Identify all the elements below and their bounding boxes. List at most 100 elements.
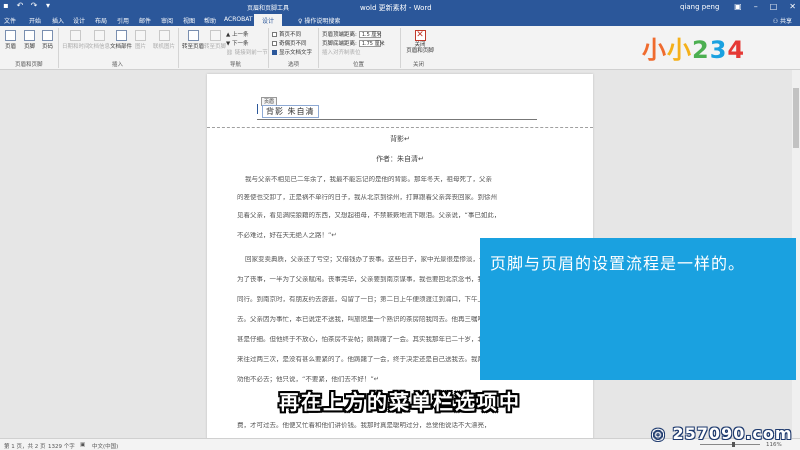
show-doc-text-checkbox[interactable]: 显示文档文字 bbox=[272, 48, 312, 56]
close-header-footer-label: 关闭 页眉和页脚 bbox=[406, 42, 434, 54]
header-from-top-spinner[interactable]: 页眉顶端距离: 1.5 厘米 bbox=[322, 30, 381, 38]
online-picture-label: 联机图片 bbox=[153, 44, 176, 50]
footer-button-label: 页脚 bbox=[24, 44, 36, 50]
close-x-icon: ✕ bbox=[414, 30, 426, 41]
group-label-options: 选项 bbox=[288, 62, 300, 68]
first-page-different-label: 首页不同 bbox=[279, 32, 302, 38]
tab-header-footer-design[interactable]: 设计 bbox=[254, 14, 283, 26]
goto-header-icon bbox=[187, 30, 199, 41]
tab-mailings[interactable]: 邮件 bbox=[139, 16, 151, 25]
link-previous-button[interactable]: ⛓ 链接到前一节 bbox=[226, 48, 268, 56]
ribbon-tabs: 文件 开始 插入 设计 布局 引用 邮件 审阅 视图 帮助 ACROBAT 设计… bbox=[0, 14, 800, 26]
header-text[interactable]: 背影 朱自清 bbox=[262, 105, 319, 118]
header-button[interactable]: 页眉 bbox=[5, 30, 16, 50]
date-time-button[interactable]: 日期和时间 bbox=[62, 30, 90, 50]
group-label-close: 关闭 bbox=[413, 62, 425, 68]
header-from-top-value[interactable]: 1.5 厘米 bbox=[358, 31, 381, 38]
document-title: wold 更新素材 - Word bbox=[360, 4, 432, 12]
watermark-text: 257090.com bbox=[672, 424, 793, 443]
tab-file[interactable]: 文件 bbox=[4, 16, 16, 25]
title-bar: ▪ ↶ ↷ ▾ 页眉和页脚工具 wold 更新素材 - Word qiang p… bbox=[0, 0, 800, 14]
goto-footer-icon bbox=[209, 30, 221, 41]
doc-info-icon bbox=[93, 30, 105, 41]
scrollbar-thumb[interactable] bbox=[793, 88, 799, 148]
goto-header-button[interactable]: 转至页眉 bbox=[182, 30, 204, 50]
doc-parts-button[interactable]: 文档部件 bbox=[110, 30, 132, 50]
tell-me-search[interactable]: ♀ 操作说明搜索 bbox=[298, 16, 340, 25]
footer-from-bottom-label: 页脚底端距离: bbox=[322, 41, 357, 47]
group-divider bbox=[318, 28, 319, 68]
user-name[interactable]: qiang peng bbox=[680, 3, 719, 11]
tab-references[interactable]: 引用 bbox=[117, 16, 129, 25]
document-author-text[interactable]: 作者：朱自清↵ bbox=[207, 154, 593, 164]
paragraph-line[interactable]: 费，才可过去。他便又忙着和他们讲价钱。我那时真是聪明过分，总觉他说话不大漂亮， bbox=[237, 422, 565, 429]
paragraph-line[interactable]: 的差使也交卸了，正是祸不单行的日子，我从北京到徐州，打算跟着父亲奔丧回家。到徐州 bbox=[237, 194, 565, 201]
goto-footer-button[interactable]: 转至页脚 bbox=[204, 30, 226, 50]
insert-alignment-tab-label: 插入对齐制表位 bbox=[322, 50, 361, 56]
group-label-insert: 插入 bbox=[112, 62, 124, 68]
doc-info-button[interactable]: 文档信息 bbox=[88, 30, 110, 50]
document-title-text[interactable]: 背影↵ bbox=[207, 134, 593, 144]
logo-char: 3 bbox=[709, 36, 728, 64]
globe-icon: ◎ bbox=[651, 424, 673, 443]
insert-alignment-tab-button[interactable]: 插入对齐制表位 bbox=[322, 48, 361, 56]
tab-review[interactable]: 审阅 bbox=[161, 16, 173, 25]
paragraph-line[interactable]: 见着父亲，看见满院狼藉的东西，又想起祖母，不禁簌簌地流下眼泪。父亲说，“事已如此… bbox=[237, 212, 565, 219]
footer-icon bbox=[24, 30, 35, 41]
header-button-label: 页眉 bbox=[5, 44, 17, 50]
calendar-icon bbox=[70, 30, 82, 41]
previous-button[interactable]: ▲ 上一条 bbox=[226, 30, 249, 38]
page-number-button[interactable]: 页码 bbox=[42, 30, 53, 50]
minimize-icon[interactable]: – bbox=[754, 2, 758, 11]
goto-footer-label: 转至页脚 bbox=[204, 44, 227, 50]
date-time-label: 日期和时间 bbox=[62, 44, 90, 50]
close-header-footer-button[interactable]: ✕ 关闭 页眉和页脚 bbox=[403, 30, 437, 54]
caption-card: 页脚与页眉的设置流程是一样的。 bbox=[480, 238, 796, 380]
tab-insert[interactable]: 插入 bbox=[52, 16, 64, 25]
logo-char: 小 bbox=[642, 36, 667, 64]
doc-parts-icon bbox=[115, 30, 127, 41]
tab-view[interactable]: 视图 bbox=[183, 16, 195, 25]
group-label-position: 位置 bbox=[353, 62, 365, 68]
checkbox-box bbox=[272, 50, 277, 55]
customize-icon[interactable]: ▾ bbox=[44, 2, 52, 10]
online-picture-button[interactable]: 联机图片 bbox=[153, 30, 175, 50]
page-count[interactable]: 第 1 页，共 2 页 bbox=[4, 442, 46, 450]
show-doc-text-label: 显示文档文字 bbox=[279, 50, 313, 56]
logo-char: 2 bbox=[692, 36, 710, 64]
language[interactable]: 中文(中国) bbox=[92, 442, 118, 450]
tab-help[interactable]: 帮助 bbox=[204, 16, 216, 25]
picture-button[interactable]: 图片 bbox=[135, 30, 146, 50]
odd-even-different-checkbox[interactable]: 奇偶页不同 bbox=[272, 39, 307, 47]
redo-icon[interactable]: ↷ bbox=[30, 2, 38, 10]
maximize-icon[interactable]: □ bbox=[770, 2, 778, 11]
zoom-slider[interactable] bbox=[700, 442, 760, 447]
footer-button[interactable]: 页脚 bbox=[24, 30, 35, 50]
next-button[interactable]: ▼ 下一条 bbox=[226, 39, 249, 47]
link-icon: ⛓ bbox=[226, 50, 235, 56]
tab-home[interactable]: 开始 bbox=[29, 16, 41, 25]
footer-from-bottom-spinner[interactable]: 页脚底端距离: 1.75 厘米 bbox=[322, 39, 385, 47]
group-divider bbox=[178, 28, 179, 68]
tab-design[interactable]: 设计 bbox=[73, 16, 85, 25]
close-icon[interactable]: ✕ bbox=[789, 2, 796, 11]
word-count[interactable]: 1329 个字 bbox=[48, 442, 75, 450]
paragraph-line[interactable]: 我与父亲不相见已二年余了，我最不能忘记的是他的背影。那年冬天，祖母死了，父亲 bbox=[237, 176, 565, 183]
restore-icon[interactable]: ▣ bbox=[734, 2, 742, 11]
group-divider bbox=[400, 28, 401, 68]
doc-parts-label: 文档部件 bbox=[110, 44, 133, 50]
header-icon bbox=[5, 30, 16, 41]
share-button[interactable]: ⚇ 共享 bbox=[773, 16, 792, 25]
picture-icon bbox=[135, 30, 146, 41]
tab-acrobat[interactable]: ACROBAT bbox=[224, 16, 253, 23]
contextual-tools-label: 页眉和页脚工具 bbox=[247, 5, 290, 12]
link-previous-label: 链接到前一节 bbox=[234, 50, 268, 56]
header-boundary-line bbox=[207, 127, 593, 128]
share-label: 共享 bbox=[779, 18, 792, 25]
footer-from-bottom-value[interactable]: 1.75 厘米 bbox=[358, 40, 385, 47]
proofing-icon[interactable]: ▣ bbox=[80, 442, 85, 448]
save-icon[interactable]: ▪ bbox=[2, 2, 10, 10]
tab-layout[interactable]: 布局 bbox=[95, 16, 107, 25]
first-page-different-checkbox[interactable]: 首页不同 bbox=[272, 30, 301, 38]
undo-icon[interactable]: ↶ bbox=[16, 2, 24, 10]
